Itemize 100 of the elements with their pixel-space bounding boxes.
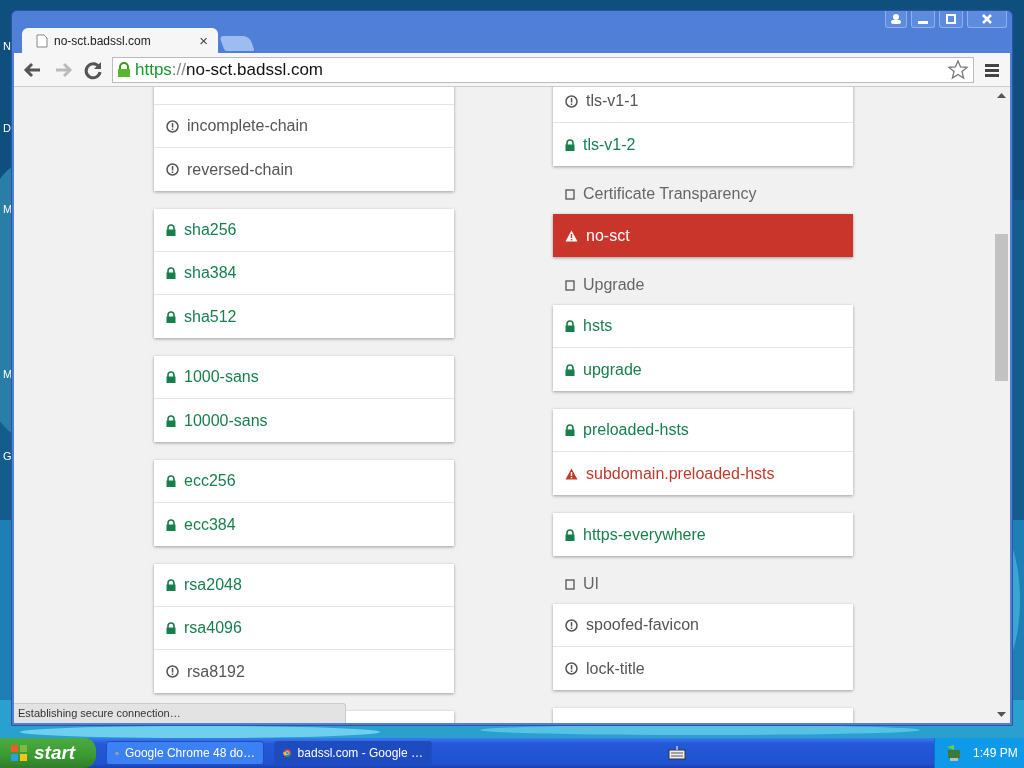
tab-close-button[interactable]: × (199, 33, 208, 48)
test-link-item[interactable]: rsa4096 (154, 607, 454, 650)
section-heading: UI (583, 574, 599, 594)
link-label[interactable]: sha512 (184, 304, 237, 329)
page-icon (36, 33, 48, 48)
warning-icon (565, 467, 578, 480)
link-label[interactable]: hsts (583, 314, 613, 338)
lock-icon (565, 138, 575, 151)
test-link-item[interactable]: sha256 (154, 209, 454, 252)
test-link-item[interactable]: hsts (553, 305, 853, 348)
test-link-item[interactable]: preloaded-hsts (553, 409, 853, 452)
square-icon (565, 578, 575, 590)
section-heading: Upgrade (583, 275, 645, 295)
lock-icon (565, 320, 575, 332)
exclamation-circle-icon (166, 119, 179, 133)
lock-icon (565, 528, 575, 541)
lock-icon (166, 267, 176, 279)
link-label[interactable]: ecc256 (184, 469, 236, 493)
url-text: https://no-sct.badssl.com (135, 58, 324, 81)
exclamation-circle-icon (565, 618, 578, 632)
test-link-item[interactable]: subdomain.preloaded-hsts (553, 452, 853, 495)
desktop-icon-label: G (3, 450, 12, 462)
new-tab-button[interactable] (219, 36, 255, 51)
link-label[interactable]: rsa4096 (184, 616, 242, 640)
clock: 1:49 PM (973, 745, 1018, 762)
test-link-item[interactable]: sha384 (154, 252, 454, 295)
test-link-item[interactable]: https-everywhere (553, 513, 853, 556)
link-label[interactable]: 10000-sans (184, 408, 268, 433)
link-label[interactable]: 1000-sans (184, 365, 259, 389)
link-label[interactable]: https-everywhere (583, 522, 706, 547)
close-button[interactable] (967, 11, 1007, 28)
test-link-item[interactable]: rsa2048 (154, 564, 454, 607)
test-link-item[interactable]: ecc256 (154, 460, 454, 503)
test-link-item[interactable]: ecc384 (154, 503, 454, 546)
link-label[interactable]: subdomain.preloaded-hsts (586, 461, 775, 486)
desktop-icon-label: M (3, 203, 13, 215)
link-label[interactable]: reversed-chain (187, 157, 293, 182)
test-link-item[interactable]: no-sct (553, 214, 853, 257)
exclamation-circle-icon (166, 163, 179, 176)
lock-icon (166, 579, 176, 591)
network-icon[interactable] (945, 744, 963, 762)
lock-icon (166, 414, 176, 427)
link-label[interactable]: lock-title (586, 656, 645, 681)
square-icon (565, 279, 575, 291)
keyboard-icon[interactable] (668, 746, 686, 760)
test-link-item[interactable]: 1000-sans (154, 356, 454, 399)
taskbar-button[interactable]: Google Chrome 48 do… (106, 741, 264, 765)
exclamation-circle-icon (565, 662, 578, 675)
test-link-item[interactable]: tls-v1-2 (553, 123, 853, 166)
lock-icon (166, 310, 176, 323)
section-heading: Certificate Transparency (583, 184, 757, 204)
test-link-item[interactable]: sha512 (154, 295, 454, 338)
minimize-button[interactable] (911, 11, 935, 28)
link-label[interactable]: sha256 (184, 218, 237, 242)
status-bubble: Establishing secure connection… (14, 703, 346, 723)
start-button[interactable]: start (0, 738, 96, 768)
link-label[interactable]: rsa2048 (184, 573, 242, 597)
link-label[interactable]: no-sct (586, 223, 630, 248)
star-icon[interactable] (947, 58, 969, 81)
profile-button[interactable] (885, 11, 907, 28)
link-label[interactable]: tls-v1-2 (583, 132, 636, 157)
link-label[interactable]: rsa8192 (187, 659, 245, 684)
link-label[interactable]: ecc384 (184, 512, 236, 537)
desktop-icon-label: M (3, 368, 13, 380)
tab-title: no-sct.badssl.com (54, 32, 151, 50)
taskbar-button[interactable]: badssl.com - Google … (274, 741, 432, 765)
browser-tab[interactable]: no-sct.badssl.com × (22, 28, 218, 53)
link-label[interactable]: tls-v1-1 (586, 89, 639, 113)
test-link-item[interactable]: lock-title (553, 647, 853, 690)
lock-icon (166, 224, 176, 236)
minimize-icon (918, 20, 928, 24)
maximize-button[interactable] (939, 11, 963, 28)
test-link-item[interactable]: tls-v1-1 (553, 87, 853, 123)
lock-icon (166, 371, 176, 383)
test-link-item[interactable]: 10000-sans (154, 399, 454, 442)
lock-icon (565, 424, 575, 436)
profile-icon (891, 14, 901, 24)
link-label[interactable]: sha384 (184, 261, 237, 285)
exclamation-circle-icon (565, 94, 578, 108)
menu-icon (985, 61, 1001, 78)
test-link-item[interactable]: upgrade (553, 348, 853, 391)
lock-icon (166, 622, 176, 634)
address-bar[interactable]: https://no-sct.badssl.com (112, 56, 974, 83)
link-label[interactable]: preloaded-hsts (583, 418, 689, 442)
scrollbar-thumb[interactable] (995, 234, 1008, 381)
close-icon (982, 14, 992, 24)
link-label[interactable]: upgrade (583, 357, 642, 382)
link-label[interactable]: spoofed-favicon (586, 613, 699, 637)
exclamation-circle-icon (166, 665, 179, 678)
lock-icon (117, 61, 131, 78)
test-link-item[interactable]: incomplete-chain (154, 105, 454, 148)
test-link-item[interactable]: reversed-chain (154, 148, 454, 191)
test-link-item[interactable]: spoofed-favicon (553, 604, 853, 647)
scroll-up-icon (997, 93, 1006, 98)
lock-icon (166, 518, 176, 531)
lock-icon (565, 363, 575, 376)
square-icon (565, 188, 575, 200)
test-link-item[interactable]: rsa8192 (154, 650, 454, 693)
link-label[interactable]: incomplete-chain (187, 114, 308, 138)
maximize-icon (946, 14, 956, 24)
